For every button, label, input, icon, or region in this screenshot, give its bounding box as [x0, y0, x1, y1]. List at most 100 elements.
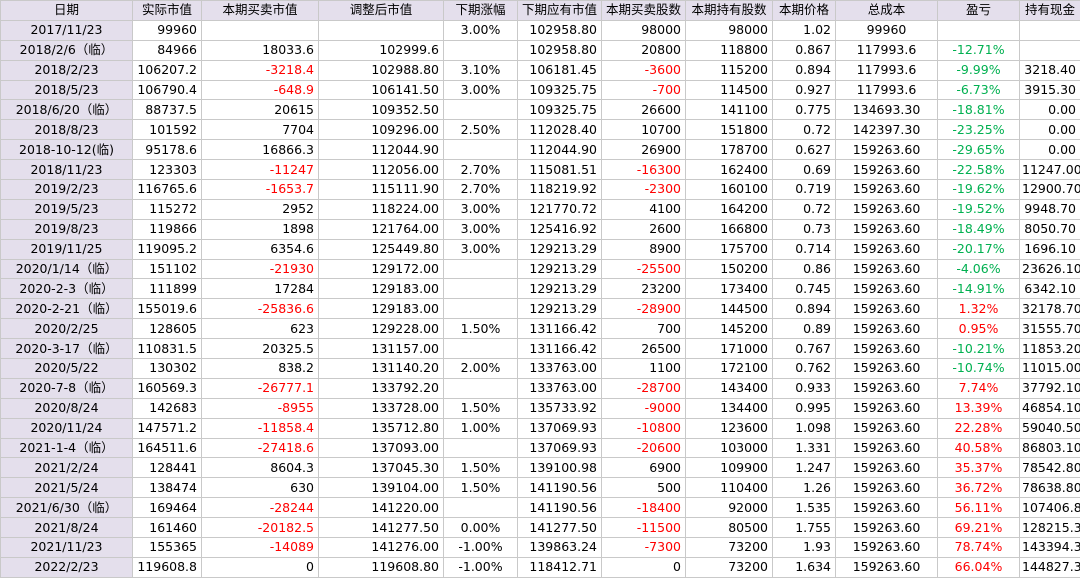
cell-actual-value[interactable]: 123303	[133, 160, 202, 180]
cell-held-shares[interactable]: 166800	[686, 219, 773, 239]
cell-adjusted-value[interactable]: 102999.6	[319, 40, 444, 60]
cell-cash[interactable]: 37792.10	[1020, 378, 1080, 398]
cell-cash[interactable]: 144827.30	[1020, 557, 1080, 577]
cell-cash[interactable]: 31555.70	[1020, 319, 1080, 339]
cell-trade-shares[interactable]: 2600	[602, 219, 686, 239]
cell-trade-shares[interactable]: 1100	[602, 359, 686, 379]
cell-next-growth[interactable]: 3.00%	[444, 239, 518, 259]
cell-profit-loss[interactable]: 56.11%	[938, 498, 1020, 518]
cell-trade-shares[interactable]: -3600	[602, 60, 686, 80]
cell-price[interactable]: 0.745	[773, 279, 836, 299]
cell-cash[interactable]	[1020, 20, 1080, 40]
cell-cash[interactable]: 143394.30	[1020, 538, 1080, 558]
cell-trade-value[interactable]: 17284	[202, 279, 319, 299]
cell-held-shares[interactable]: 109900	[686, 458, 773, 478]
cell-next-growth[interactable]	[444, 339, 518, 359]
cell-target-value[interactable]: 121770.72	[518, 199, 602, 219]
cell-actual-value[interactable]: 99960	[133, 20, 202, 40]
cell-next-growth[interactable]: 2.00%	[444, 359, 518, 379]
cell-held-shares[interactable]: 92000	[686, 498, 773, 518]
cell-date[interactable]: 2020/8/24	[1, 398, 133, 418]
cell-profit-loss[interactable]: 40.58%	[938, 438, 1020, 458]
cell-profit-loss[interactable]: 7.74%	[938, 378, 1020, 398]
cell-actual-value[interactable]: 130302	[133, 359, 202, 379]
cell-profit-loss[interactable]: -22.58%	[938, 160, 1020, 180]
cell-total-cost[interactable]: 159263.60	[836, 518, 938, 538]
cell-next-growth[interactable]: 3.00%	[444, 80, 518, 100]
cell-profit-loss[interactable]: -19.62%	[938, 180, 1020, 200]
cell-target-value[interactable]: 139863.24	[518, 538, 602, 558]
cell-trade-value[interactable]	[202, 20, 319, 40]
header-next-growth[interactable]: 下期涨幅	[444, 1, 518, 21]
cell-target-value[interactable]: 129213.29	[518, 239, 602, 259]
cell-cash[interactable]: 11015.00	[1020, 359, 1080, 379]
cell-date[interactable]: 2021/2/24	[1, 458, 133, 478]
cell-target-value[interactable]: 139100.98	[518, 458, 602, 478]
cell-actual-value[interactable]: 119866	[133, 219, 202, 239]
cell-target-value[interactable]: 135733.92	[518, 398, 602, 418]
cell-held-shares[interactable]: 141100	[686, 100, 773, 120]
cell-profit-loss[interactable]	[938, 20, 1020, 40]
cell-trade-shares[interactable]: -16300	[602, 160, 686, 180]
cell-date[interactable]: 2020/1/14（临）	[1, 259, 133, 279]
cell-total-cost[interactable]: 159263.60	[836, 359, 938, 379]
cell-total-cost[interactable]: 159263.60	[836, 418, 938, 438]
cell-actual-value[interactable]: 116765.6	[133, 180, 202, 200]
cell-trade-shares[interactable]: 26900	[602, 140, 686, 160]
cell-next-growth[interactable]: 2.70%	[444, 160, 518, 180]
cell-next-growth[interactable]	[444, 259, 518, 279]
cell-total-cost[interactable]: 159263.60	[836, 478, 938, 498]
cell-profit-loss[interactable]: 13.39%	[938, 398, 1020, 418]
cell-held-shares[interactable]: 80500	[686, 518, 773, 538]
cell-trade-shares[interactable]: -20600	[602, 438, 686, 458]
cell-adjusted-value[interactable]: 133792.20	[319, 378, 444, 398]
cell-cash[interactable]: 3915.30	[1020, 80, 1080, 100]
cell-profit-loss[interactable]: 69.21%	[938, 518, 1020, 538]
cell-price[interactable]: 1.93	[773, 538, 836, 558]
cell-next-growth[interactable]	[444, 279, 518, 299]
cell-target-value[interactable]: 131166.42	[518, 319, 602, 339]
cell-trade-value[interactable]: -20182.5	[202, 518, 319, 538]
cell-adjusted-value[interactable]: 119608.80	[319, 557, 444, 577]
cell-total-cost[interactable]: 159263.60	[836, 140, 938, 160]
cell-cash[interactable]: 11853.20	[1020, 339, 1080, 359]
cell-trade-value[interactable]: -11858.4	[202, 418, 319, 438]
cell-held-shares[interactable]: 114500	[686, 80, 773, 100]
cell-actual-value[interactable]: 95178.6	[133, 140, 202, 160]
cell-next-growth[interactable]	[444, 100, 518, 120]
cell-next-growth[interactable]: 3.00%	[444, 199, 518, 219]
cell-target-value[interactable]: 137069.93	[518, 418, 602, 438]
cell-held-shares[interactable]: 162400	[686, 160, 773, 180]
cell-total-cost[interactable]: 159263.60	[836, 458, 938, 478]
cell-next-growth[interactable]: -1.00%	[444, 557, 518, 577]
cell-profit-loss[interactable]: -20.17%	[938, 239, 1020, 259]
cell-total-cost[interactable]: 159263.60	[836, 538, 938, 558]
cell-actual-value[interactable]: 84966	[133, 40, 202, 60]
cell-held-shares[interactable]: 110400	[686, 478, 773, 498]
cell-cash[interactable]: 3218.40	[1020, 60, 1080, 80]
cell-profit-loss[interactable]: -14.91%	[938, 279, 1020, 299]
cell-total-cost[interactable]: 117993.6	[836, 60, 938, 80]
cell-next-growth[interactable]: 1.50%	[444, 478, 518, 498]
cell-trade-value[interactable]: 20615	[202, 100, 319, 120]
cell-actual-value[interactable]: 155019.6	[133, 299, 202, 319]
cell-actual-value[interactable]: 101592	[133, 120, 202, 140]
cell-target-value[interactable]: 112044.90	[518, 140, 602, 160]
cell-held-shares[interactable]: 145200	[686, 319, 773, 339]
cell-cash[interactable]: 0.00	[1020, 140, 1080, 160]
cell-adjusted-value[interactable]	[319, 20, 444, 40]
cell-held-shares[interactable]: 172100	[686, 359, 773, 379]
cell-price[interactable]: 0.69	[773, 160, 836, 180]
cell-profit-loss[interactable]: -29.65%	[938, 140, 1020, 160]
cell-trade-value[interactable]: 16866.3	[202, 140, 319, 160]
cell-cash[interactable]: 0.00	[1020, 120, 1080, 140]
cell-total-cost[interactable]: 159263.60	[836, 438, 938, 458]
cell-held-shares[interactable]: 173400	[686, 279, 773, 299]
cell-price[interactable]: 1.247	[773, 458, 836, 478]
header-trade-shares[interactable]: 本期买卖股数	[602, 1, 686, 21]
cell-trade-value[interactable]: -648.9	[202, 80, 319, 100]
cell-target-value[interactable]: 133763.00	[518, 378, 602, 398]
cell-next-growth[interactable]: 2.50%	[444, 120, 518, 140]
cell-date[interactable]: 2020/2/25	[1, 319, 133, 339]
header-target-value[interactable]: 下期应有市值	[518, 1, 602, 21]
